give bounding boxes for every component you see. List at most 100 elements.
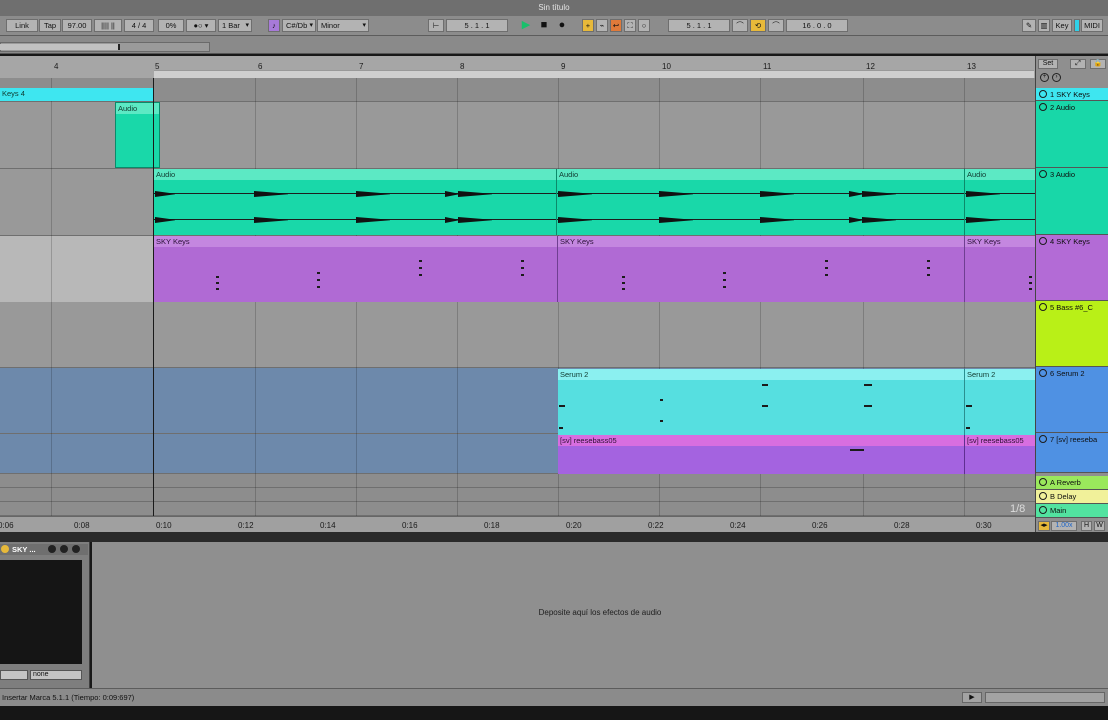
groove-amount[interactable]: 0% (158, 19, 184, 32)
lock-icon[interactable]: 🔒 (1090, 59, 1106, 69)
key-select[interactable]: C#/Db (282, 19, 316, 32)
play-icon[interactable]: ▶ (519, 19, 533, 32)
zoom-value[interactable]: 1.00x (1051, 521, 1077, 531)
loop-start[interactable]: 5 . 1 . 1 (668, 19, 730, 32)
clip-serum-a[interactable]: Serum 2 (558, 369, 965, 435)
width-button[interactable]: W (1094, 521, 1105, 531)
midi-note (419, 260, 422, 262)
time-ruler[interactable]: 0:06 0:08 0:10 0:12 0:14 0:16 0:18 0:20 … (0, 503, 1035, 532)
midi-map-button[interactable]: MIDI (1081, 19, 1103, 32)
clip-title: SKY Keys (558, 236, 964, 247)
control-bar: Link Tap 97.00 |||| || 4 / 4 0% ●○ ▾ 1 B… (0, 16, 1108, 36)
key-map-button[interactable]: Key (1052, 19, 1072, 32)
keyboard-icon[interactable]: ▥ (1038, 19, 1050, 32)
overview-visible-region[interactable] (0, 44, 120, 50)
midi-note (966, 427, 970, 429)
record-icon[interactable]: ● (555, 19, 569, 32)
return-lane-delay[interactable] (0, 488, 1035, 502)
clip-audio-c[interactable]: Audio (965, 169, 1035, 235)
add-locator-icon[interactable]: + (1040, 73, 1049, 82)
insert-marker[interactable] (153, 78, 154, 516)
device-power-icon[interactable] (1, 545, 9, 553)
track-header-6[interactable]: 6 Serum 2 (1036, 367, 1108, 433)
time-label: 0:10 (156, 521, 172, 530)
waveform-line (154, 219, 556, 220)
midi-note (419, 274, 422, 276)
clip-sky-keys-a[interactable]: SKY Keys (154, 236, 558, 302)
follow-button[interactable]: ⊢ (428, 19, 444, 32)
time-signature[interactable]: 4 / 4 (124, 19, 154, 32)
track-header-3[interactable]: 3 Audio (1036, 168, 1108, 235)
track-lane-5[interactable] (0, 302, 1035, 368)
midi-note (864, 384, 872, 386)
track-header-1[interactable]: 1 SKY Keys (1036, 88, 1108, 101)
loop-brace[interactable] (154, 70, 1034, 78)
return-header-delay[interactable]: B Delay (1036, 490, 1108, 504)
midi-note (419, 267, 422, 269)
clip-sky-keys-b[interactable]: SKY Keys (558, 236, 965, 302)
nudge-buttons[interactable]: |||| || (94, 19, 122, 32)
loop-length[interactable]: 16 . 0 . 0 (786, 19, 848, 32)
stop-icon[interactable]: ■ (537, 19, 551, 32)
tempo-field[interactable]: 97.00 (62, 19, 92, 32)
next-locator-icon[interactable]: › (1052, 73, 1061, 82)
punch-in-icon[interactable]: ⌒ (732, 19, 748, 32)
time-label: 0:20 (566, 521, 582, 530)
device-save-icon[interactable] (72, 545, 80, 553)
capture-icon[interactable]: ⛶ (624, 19, 636, 32)
main-header[interactable]: Main (1036, 504, 1108, 518)
clip-sky-keys-c[interactable]: SKY Keys (965, 236, 1035, 302)
re-enable-automation-icon[interactable]: ↩ (610, 19, 622, 32)
window-title: Sin título (538, 3, 570, 12)
track-header-2[interactable]: 2 Audio (1036, 101, 1108, 168)
quantize-select[interactable]: 1 Bar (218, 19, 252, 32)
clip-reese-b[interactable]: [sv] reesebass05 (965, 435, 1035, 474)
set-button[interactable]: Set (1038, 59, 1058, 69)
clip-audio-a[interactable]: Audio (154, 169, 557, 235)
return-lane-reverb[interactable] (0, 474, 1035, 488)
track-header-7[interactable]: 7 [sv] reeseba (1036, 433, 1108, 473)
device-select-left[interactable] (0, 670, 28, 680)
return-header-reverb[interactable]: A Reverb (1036, 476, 1108, 490)
midi-note (825, 267, 828, 269)
punch-out-icon[interactable]: ⌒ (768, 19, 784, 32)
tap-button[interactable]: Tap (39, 19, 61, 32)
metronome-button[interactable]: ●○ ▾ (186, 19, 216, 32)
clip-reese-a[interactable]: [sv] reesebass05 (558, 435, 965, 474)
track-header-5[interactable]: 5 Bass #6_C (1036, 301, 1108, 367)
main-lane[interactable] (0, 502, 1035, 516)
clip-title: Serum 2 (965, 369, 1035, 380)
session-record-icon[interactable]: ○ (638, 19, 650, 32)
draw-mode-icon[interactable]: ✎ (1022, 19, 1036, 32)
track-header-4[interactable]: 4 SKY Keys (1036, 235, 1108, 301)
time-label: 0:12 (238, 521, 254, 530)
status-track-field[interactable] (985, 692, 1105, 703)
loop-toggle-icon[interactable]: ⟲ (750, 19, 766, 32)
status-play-icon[interactable]: ▶ (962, 692, 982, 703)
zoom-toggle-icon[interactable]: ◂▸ (1038, 521, 1050, 531)
clip-title: Audio (965, 169, 1035, 180)
expand-icon[interactable]: ⤢ (1070, 59, 1086, 69)
automation-arm-icon[interactable]: ⌁ (596, 19, 608, 32)
clip-keys-4[interactable]: Keys 4 (0, 88, 154, 101)
midi-note (521, 274, 524, 276)
midi-note (825, 274, 828, 276)
clip-audio-b[interactable]: Audio (557, 169, 965, 235)
panel-divider[interactable] (0, 532, 1108, 542)
device-hand-icon[interactable] (60, 545, 68, 553)
midi-note (825, 260, 828, 262)
time-label: 0:16 (402, 521, 418, 530)
arrangement-position[interactable]: 5 . 1 . 1 (446, 19, 508, 32)
clip-serum-b[interactable]: Serum 2 (965, 369, 1035, 435)
grid-size-label[interactable]: 1/8 (1010, 503, 1025, 515)
overdub-button[interactable]: + (582, 19, 594, 32)
device-settings-icon[interactable] (48, 545, 56, 553)
height-button[interactable]: H (1081, 521, 1092, 531)
track-lane-1[interactable] (0, 78, 1035, 102)
scale-select[interactable]: Minor (317, 19, 369, 32)
time-label: 0:28 (894, 521, 910, 530)
device-select-right[interactable]: none (30, 670, 82, 680)
scale-toggle[interactable]: ♪ (268, 19, 280, 32)
audio-effects-drop-area[interactable]: Deposite aquí los efectos de audio (92, 542, 1108, 688)
link-button[interactable]: Link (6, 19, 38, 32)
